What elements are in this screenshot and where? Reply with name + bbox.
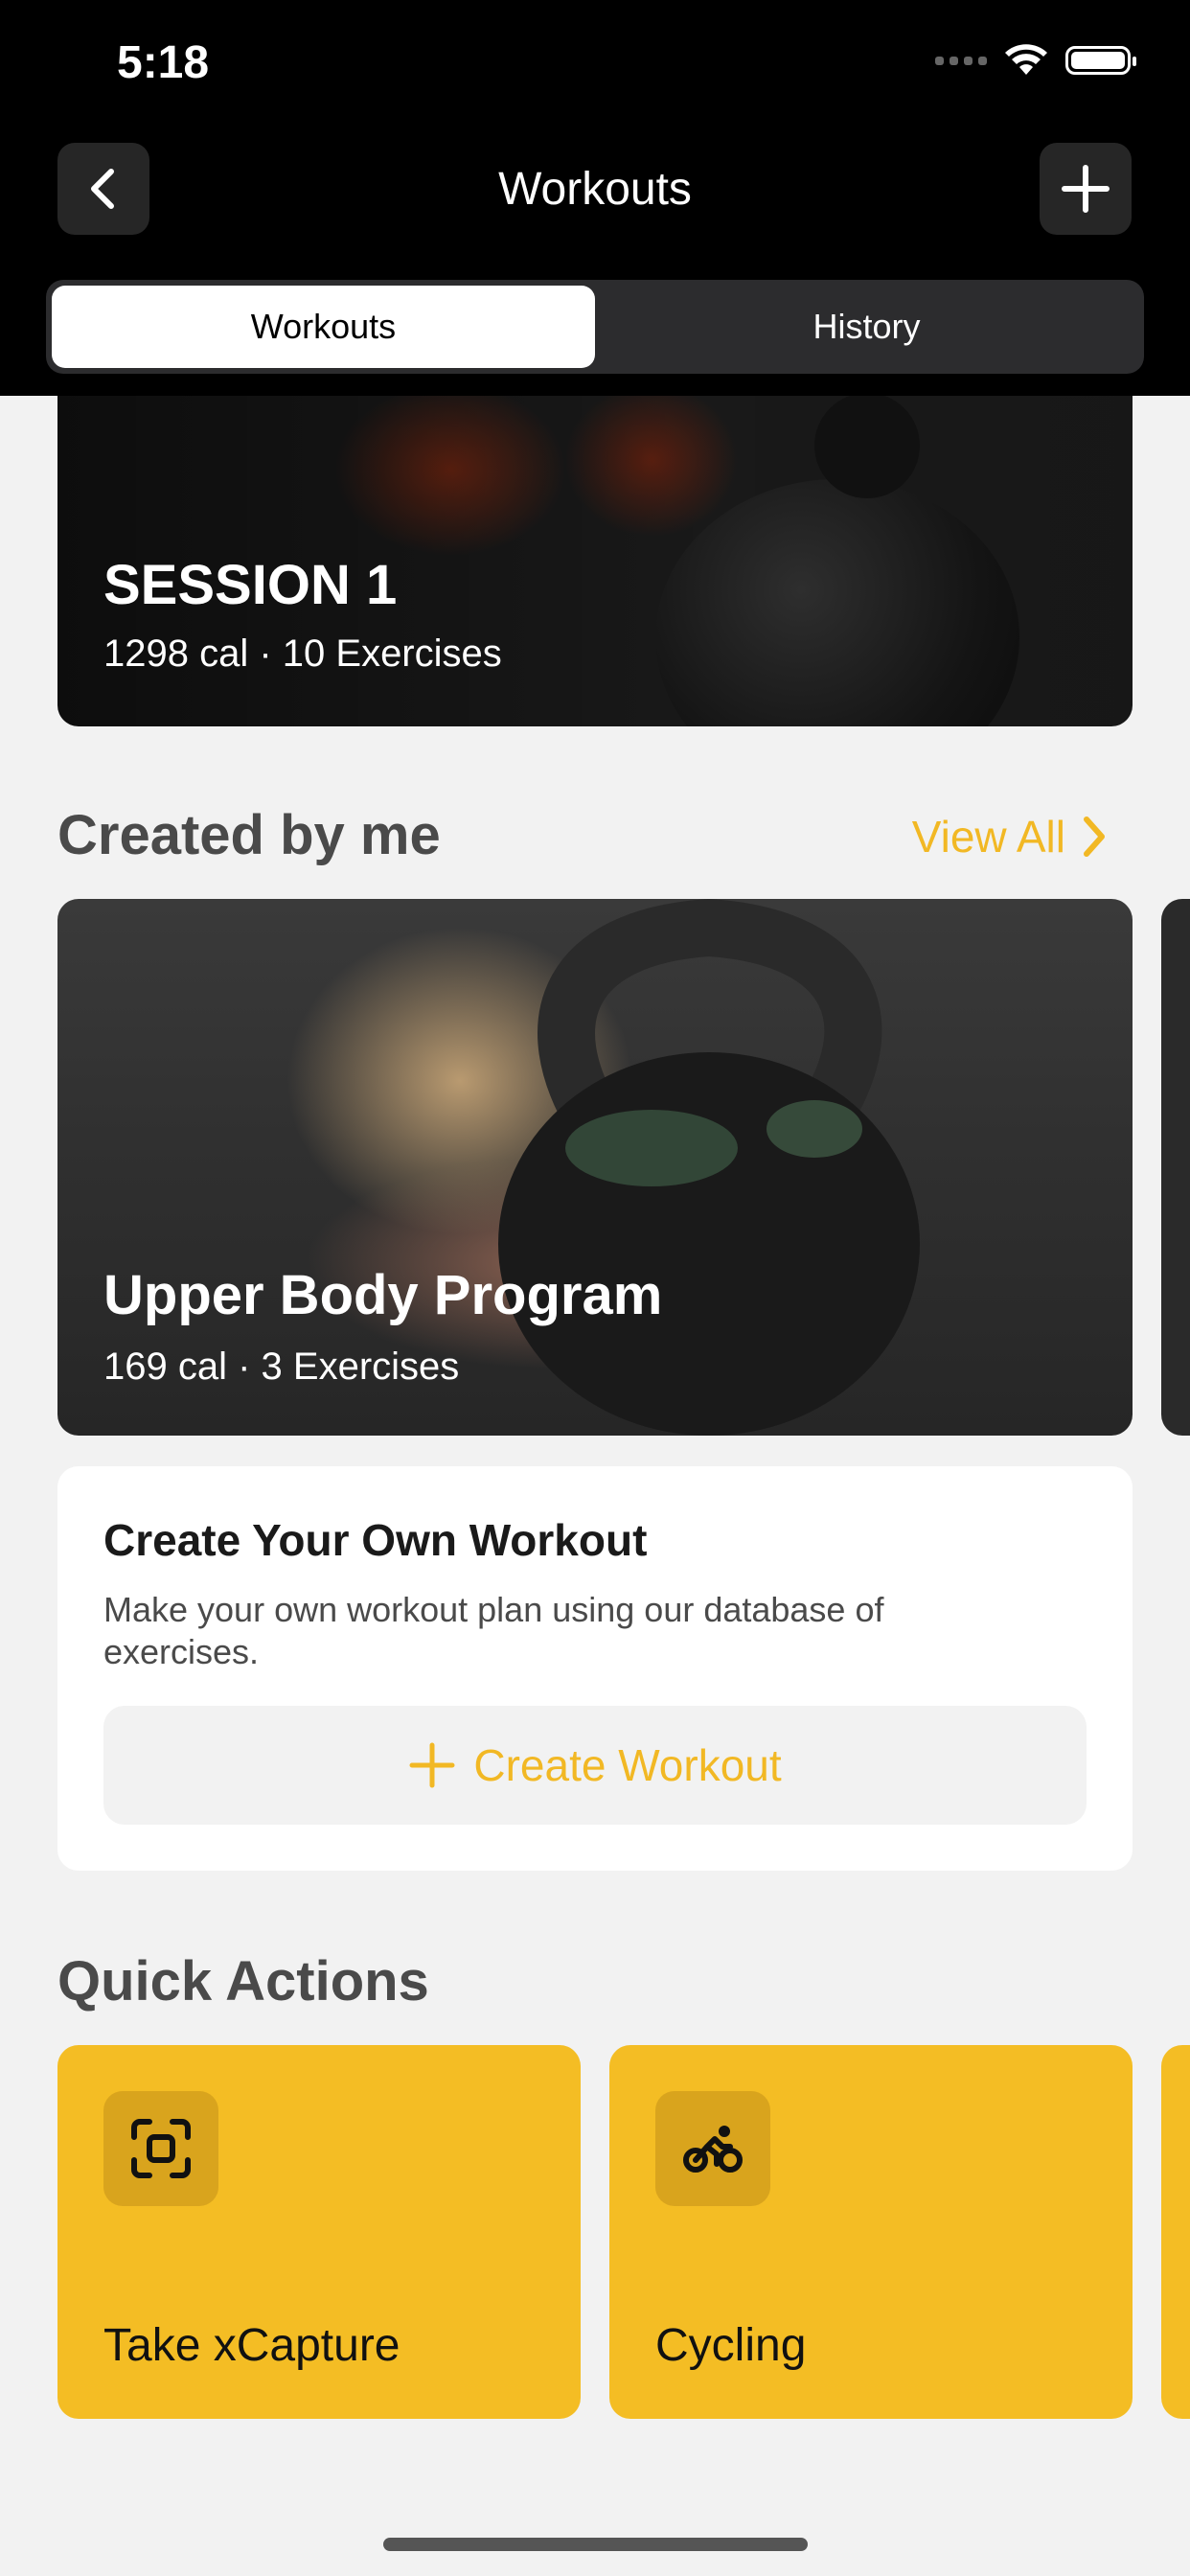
bicycle-icon (655, 2091, 770, 2206)
status-time: 5:18 (117, 37, 210, 88)
upper-body-workout-card[interactable]: Upper Body Program 169 cal · 3 Exercises (57, 899, 1133, 1436)
session-title: SESSION 1 (103, 554, 398, 616)
next-workout-card-peek[interactable] (1161, 899, 1190, 1436)
page-title: Workouts (498, 164, 692, 215)
view-all-label: View All (911, 812, 1065, 862)
quick-action-peek[interactable] (1161, 2045, 1190, 2419)
quick-action-cycling[interactable]: Cycling (609, 2045, 1133, 2419)
quick-action-xcapture[interactable]: Take xCapture (57, 2045, 581, 2419)
upper-body-meta: 169 cal · 3 Exercises (103, 1346, 460, 1388)
home-indicator[interactable] (383, 2538, 808, 2551)
create-own-title: Create Your Own Workout (103, 1515, 648, 1565)
section-title-quick-actions: Quick Actions (57, 1950, 429, 2012)
chevron-right-icon (1084, 816, 1105, 857)
create-workout-button[interactable]: Create Workout (103, 1706, 1087, 1825)
cellular-signal-icon (935, 56, 987, 65)
upper-body-title: Upper Body Program (103, 1264, 663, 1326)
view-all-link[interactable]: View All (912, 811, 1108, 862)
plus-icon (409, 1742, 455, 1788)
session-meta: 1298 cal · 10 Exercises (103, 632, 502, 675)
tab-history[interactable]: History (595, 286, 1138, 368)
plus-icon (1062, 165, 1110, 213)
create-own-workout-card: Create Your Own Workout Make your own wo… (57, 1466, 1133, 1871)
top-bar: 5:18 Workouts Workouts History (0, 0, 1190, 396)
create-workout-label: Create Workout (473, 1740, 782, 1790)
kettlebell-image (655, 479, 1019, 726)
tab-workouts[interactable]: Workouts (52, 286, 595, 368)
session-workout-card[interactable]: SESSION 1 1298 cal · 10 Exercises (57, 364, 1133, 726)
kettlebell-handle (814, 393, 920, 498)
battery-icon (1065, 46, 1136, 75)
wifi-icon (1005, 44, 1047, 75)
create-own-description: Make your own workout plan using our dat… (103, 1590, 884, 1671)
scan-icon (103, 2091, 218, 2206)
status-icons (935, 44, 1136, 77)
segmented-control: Workouts History (46, 280, 1144, 374)
quick-action-label: Take xCapture (103, 2320, 400, 2371)
section-title-created: Created by me (57, 804, 441, 866)
quick-action-label: Cycling (655, 2320, 807, 2371)
add-button[interactable] (1040, 143, 1132, 235)
